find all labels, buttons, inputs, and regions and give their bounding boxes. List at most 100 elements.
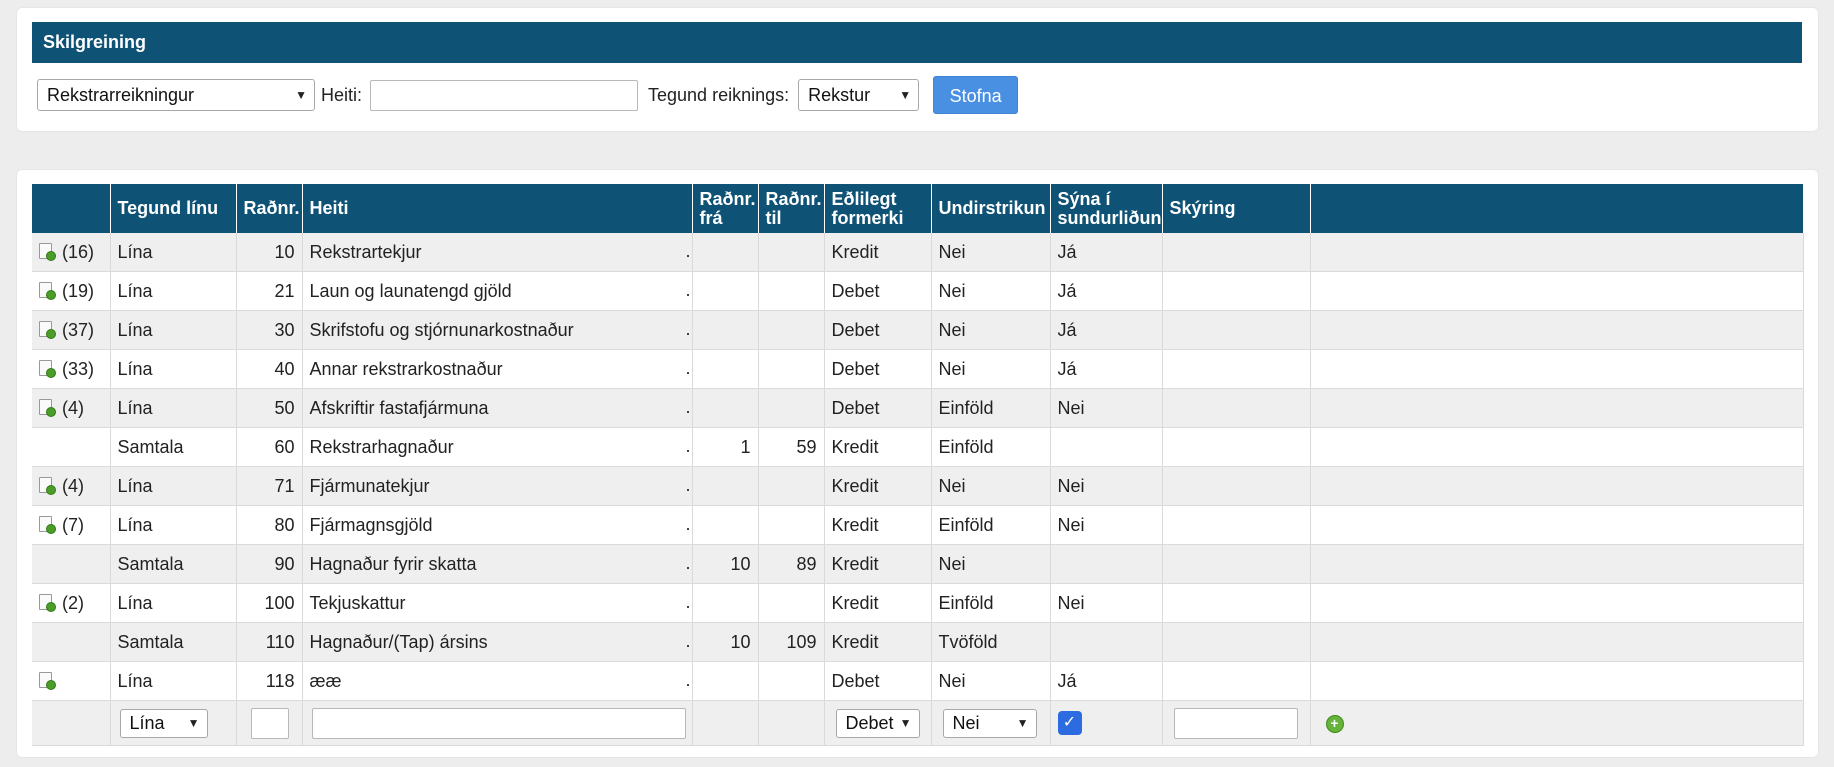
cell-seq: 40 (236, 349, 303, 389)
new-row-sign-value: Debet (845, 712, 894, 733)
row-icon-cell: (19) (32, 271, 111, 311)
new-row-type-select[interactable]: Lína ▼ (119, 708, 208, 738)
cell-seq: 21 (236, 271, 303, 311)
report-type-select[interactable]: Rekstrarreikningur ▼ (37, 79, 315, 111)
cell-name: Rekstrartekjur. (302, 233, 693, 272)
cell-note (1162, 466, 1311, 506)
document-add-icon[interactable] (39, 359, 56, 378)
new-row-note-cell (1162, 700, 1311, 746)
table-row[interactable]: Samtala 60 Rekstrarhagnaður. 1 59 Kredit… (32, 427, 1804, 467)
new-row-name-input[interactable] (311, 707, 686, 739)
cell-name-text: Laun og launatengd gjöld (309, 280, 512, 301)
col-header-note[interactable]: Skýring (1162, 184, 1311, 233)
chevron-down-icon: ▼ (899, 88, 912, 102)
cell-show-breakdown: Nei (1050, 388, 1163, 428)
cell-note (1162, 310, 1311, 350)
cell-extra (1310, 388, 1804, 428)
col-header-seq-to[interactable]: Raðnr. til (758, 184, 825, 233)
cell-note (1162, 427, 1311, 467)
account-type-select[interactable]: Rekstur ▼ (798, 79, 920, 111)
definition-form: Rekstrarreikningur ▼ Heiti: Tegund reikn… (37, 75, 1797, 115)
cell-name-text: Rekstrartekjur (309, 241, 422, 262)
document-add-icon[interactable] (39, 671, 56, 690)
cell-seq-to (758, 271, 825, 311)
cell-seq: 118 (236, 661, 303, 701)
new-row-from-cell (692, 700, 759, 746)
cell-seq: 110 (236, 622, 303, 662)
cell-note (1162, 622, 1311, 662)
row-count: (4) (62, 475, 84, 496)
create-button[interactable]: Stofna (933, 76, 1019, 114)
cell-seq-to (758, 661, 825, 701)
col-header-show-breakdown[interactable]: Sýna í sundurliðun (1050, 184, 1163, 233)
document-add-icon[interactable] (39, 281, 56, 300)
cell-note (1162, 544, 1311, 584)
chevron-down-icon: ▼ (295, 88, 307, 102)
col-header-line-type[interactable]: Tegund línu (110, 184, 237, 233)
cell-line-type: Lína (110, 271, 237, 311)
cell-normal-sign: Kredit (824, 505, 932, 545)
col-header-underline[interactable]: Undirstrikun (931, 184, 1051, 233)
col-header-extra (1310, 184, 1804, 233)
cell-show-breakdown: Nei (1050, 505, 1163, 545)
col-header-show-line1: Sýna í (1057, 188, 1111, 209)
document-add-icon[interactable] (39, 593, 56, 612)
cell-show-breakdown (1050, 544, 1163, 584)
cell-line-type: Lína (110, 388, 237, 428)
new-row-form: Lína ▼ Debet ▼ Nei ▼ ✓ + (32, 700, 1804, 746)
document-add-icon[interactable] (39, 515, 56, 534)
table-row[interactable]: Samtala 110 Hagnaður/(Tap) ársins. 10 10… (32, 622, 1804, 662)
row-icon-cell: (7) (32, 505, 111, 545)
table-row[interactable]: (19) Lína 21 Laun og launatengd gjöld. D… (32, 271, 1804, 311)
document-add-icon[interactable] (39, 320, 56, 339)
name-input[interactable] (370, 79, 639, 111)
cell-seq-from: 10 (692, 544, 759, 584)
table-row[interactable]: (2) Lína 100 Tekjuskattur. Kredit Einföl… (32, 583, 1804, 623)
cell-note (1162, 583, 1311, 623)
document-add-icon[interactable] (39, 398, 56, 417)
cell-name-dot: . (685, 514, 691, 534)
cell-extra (1310, 233, 1804, 272)
cell-name-dot: . (685, 553, 691, 573)
row-icon-cell (32, 427, 111, 467)
cell-underline: Tvöföld (931, 622, 1051, 662)
cell-normal-sign: Debet (824, 271, 932, 311)
cell-seq-to (758, 583, 825, 623)
new-row-name-cell (302, 700, 693, 746)
cell-seq-from (692, 505, 759, 545)
cell-seq-to (758, 349, 825, 389)
cell-extra (1310, 622, 1804, 662)
plus-circle-icon[interactable]: + (1325, 714, 1344, 733)
table-row[interactable]: (4) Lína 50 Afskriftir fastafjármuna. De… (32, 388, 1804, 428)
table-row[interactable]: (16) Lína 10 Rekstrartekjur. Kredit Nei … (32, 233, 1804, 272)
cell-name-dot: . (685, 436, 691, 456)
table-row[interactable]: Lína 118 ææ. Debet Nei Já (32, 661, 1804, 701)
cell-name: Laun og launatengd gjöld. (302, 271, 693, 311)
cell-show-breakdown: Nei (1050, 583, 1163, 623)
panel-title: Skilgreining (32, 22, 1802, 63)
cell-seq: 60 (236, 427, 303, 467)
new-row-note-input[interactable] (1173, 707, 1298, 739)
col-header-name[interactable]: Heiti (302, 184, 693, 233)
col-header-seq-from[interactable]: Raðnr. frá (692, 184, 759, 233)
cell-seq-from (692, 388, 759, 428)
cell-show-breakdown: Já (1050, 271, 1163, 311)
table-row[interactable]: (7) Lína 80 Fjármagnsgjöld. Kredit Einfö… (32, 505, 1804, 545)
new-row-seq-input[interactable] (250, 707, 289, 739)
cell-line-type: Lína (110, 466, 237, 506)
definition-table-panel: Tegund línu Raðnr. Heiti Raðnr. frá Raðnr… (17, 170, 1818, 757)
cell-show-breakdown: Já (1050, 349, 1163, 389)
table-row[interactable]: (4) Lína 71 Fjármunatekjur. Kredit Nei N… (32, 466, 1804, 506)
document-add-icon[interactable] (39, 476, 56, 495)
table-row[interactable]: Samtala 90 Hagnaður fyrir skatta. 10 89 … (32, 544, 1804, 584)
new-row-underline-select[interactable]: Nei ▼ (942, 708, 1037, 738)
col-header-normal-sign[interactable]: Eðlilegt formerki (824, 184, 932, 233)
table-row[interactable]: (37) Lína 30 Skrifstofu og stjórnunarkos… (32, 310, 1804, 350)
col-header-seq[interactable]: Raðnr. (236, 184, 303, 233)
document-add-icon[interactable] (39, 242, 56, 261)
table-row[interactable]: (33) Lína 40 Annar rekstrarkostnaður. De… (32, 349, 1804, 389)
row-icon-cell: (16) (32, 233, 111, 272)
new-row-show-checkbox[interactable]: ✓ (1057, 711, 1082, 735)
cell-name: Fjármagnsgjöld. (302, 505, 693, 545)
new-row-sign-select[interactable]: Debet ▼ (835, 708, 920, 738)
